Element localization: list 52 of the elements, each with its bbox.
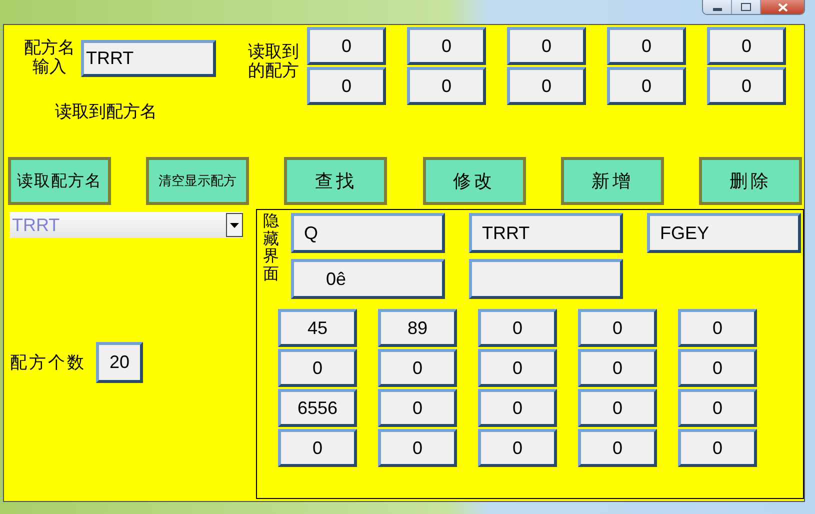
read-recipe-name-label: 读取到配方名 (55, 101, 158, 123)
read-recipe-label: 读取到 (248, 43, 299, 62)
text-field[interactable]: Q (291, 213, 445, 253)
value-field[interactable]: 0 (378, 429, 457, 467)
value-field[interactable]: 0 (278, 349, 357, 387)
recipe-name-label: 输入 (32, 58, 66, 77)
value-field[interactable]: 0 (578, 389, 657, 427)
value-field[interactable]: 0 (278, 429, 357, 467)
value-field[interactable]: 0 (378, 349, 457, 387)
recipe-value-field[interactable]: 0 (607, 27, 686, 65)
recipe-name-input[interactable]: TRRT (81, 40, 216, 76)
text-field[interactable]: TRRT (469, 213, 623, 253)
action-button[interactable]: 查找 (284, 157, 388, 205)
recipe-value-field[interactable]: 0 (307, 67, 386, 105)
text-field[interactable]: FGEY (647, 213, 801, 253)
recipe-value-field[interactable]: 0 (307, 27, 386, 65)
recipe-count-field[interactable]: 20 (96, 342, 143, 383)
text-field[interactable] (469, 259, 623, 299)
value-field[interactable]: 0 (578, 349, 657, 387)
window-controls-drawing[interactable] (702, 0, 805, 15)
action-button[interactable]: 删除 (698, 157, 802, 205)
value-field[interactable]: 0 (478, 389, 557, 427)
value-field[interactable]: 0 (578, 309, 657, 347)
value-field[interactable]: 0 (478, 309, 557, 347)
read-recipe-label: 的配方 (248, 62, 299, 81)
action-button[interactable]: 读取配方名 (8, 157, 111, 205)
action-button[interactable]: 修改 (422, 157, 526, 205)
value-field[interactable]: 0 (678, 429, 757, 467)
value-field[interactable]: 0 (678, 389, 757, 427)
recipe-value-field[interactable]: 0 (507, 67, 586, 105)
action-button[interactable]: 清空显示配方 (146, 157, 250, 205)
recipe-value-field[interactable]: 0 (607, 67, 686, 105)
action-button[interactable]: 新增 (560, 157, 664, 205)
dropdown-arrow-icon (230, 222, 239, 228)
value-field[interactable]: 0 (478, 429, 557, 467)
recipe-value-field[interactable]: 0 (407, 67, 486, 105)
value-field[interactable]: 6556 (278, 389, 357, 427)
value-field[interactable]: 45 (278, 309, 357, 347)
recipe-value-field[interactable]: 0 (507, 27, 586, 65)
value-field[interactable]: 0 (678, 309, 757, 347)
recipe-value-field[interactable]: 0 (707, 67, 786, 105)
value-field[interactable]: 0 (578, 429, 657, 467)
recipe-value-field[interactable]: 0 (407, 27, 486, 65)
recipe-value-field[interactable]: 0 (707, 27, 786, 65)
text-field[interactable]: 0ê (291, 259, 445, 299)
value-field[interactable]: 0 (678, 349, 757, 387)
recipe-name-label: 配方名 (24, 39, 75, 58)
value-field[interactable]: 0 (478, 349, 557, 387)
value-field[interactable]: 0 (378, 389, 457, 427)
value-field[interactable]: 89 (378, 309, 457, 347)
hidden-panel-label: 隐藏界面 (263, 212, 279, 285)
recipe-count-label: 配方个数 (10, 352, 86, 374)
